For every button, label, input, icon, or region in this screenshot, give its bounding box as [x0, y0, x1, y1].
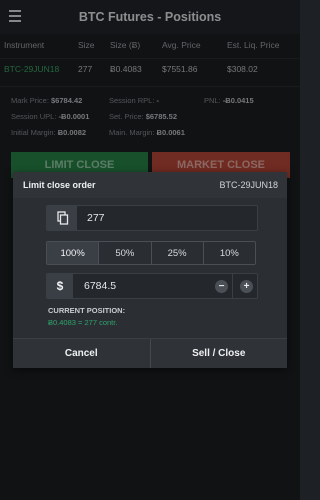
copy-icon[interactable] — [47, 206, 77, 230]
percent-option-10[interactable]: 10% — [203, 242, 255, 264]
quantity-value: 277 — [87, 212, 105, 224]
price-field[interactable]: $ 6784.5 − + — [46, 273, 258, 299]
dialog-instrument: BTC-29JUN18 — [219, 180, 278, 190]
price-value: 6784.5 — [84, 280, 117, 292]
current-position-value: Ƀ0.4083 = 277 contr. — [48, 318, 118, 327]
sell-close-button[interactable]: Sell / Close — [149, 339, 287, 368]
quantity-field[interactable]: 277 — [46, 205, 258, 231]
percent-option-25[interactable]: 25% — [151, 242, 204, 264]
percent-selector: 100% 50% 25% 10% — [46, 241, 256, 265]
dialog-title: Limit close order — [23, 180, 96, 190]
decrease-price-button[interactable]: − — [215, 280, 228, 293]
percent-option-50[interactable]: 50% — [99, 242, 152, 264]
dollar-icon: $ — [47, 274, 73, 298]
increase-price-button[interactable]: + — [240, 280, 253, 293]
dialog-footer: Cancel Sell / Close — [13, 338, 287, 368]
cancel-button[interactable]: Cancel — [13, 339, 150, 368]
limit-close-dialog: Limit close order BTC-29JUN18 277 100% 5… — [13, 172, 287, 368]
current-position-label: CURRENT POSITION: — [48, 306, 126, 315]
stepper-divider — [232, 274, 233, 298]
dialog-header: Limit close order BTC-29JUN18 — [13, 172, 287, 198]
percent-option-100[interactable]: 100% — [47, 242, 100, 264]
